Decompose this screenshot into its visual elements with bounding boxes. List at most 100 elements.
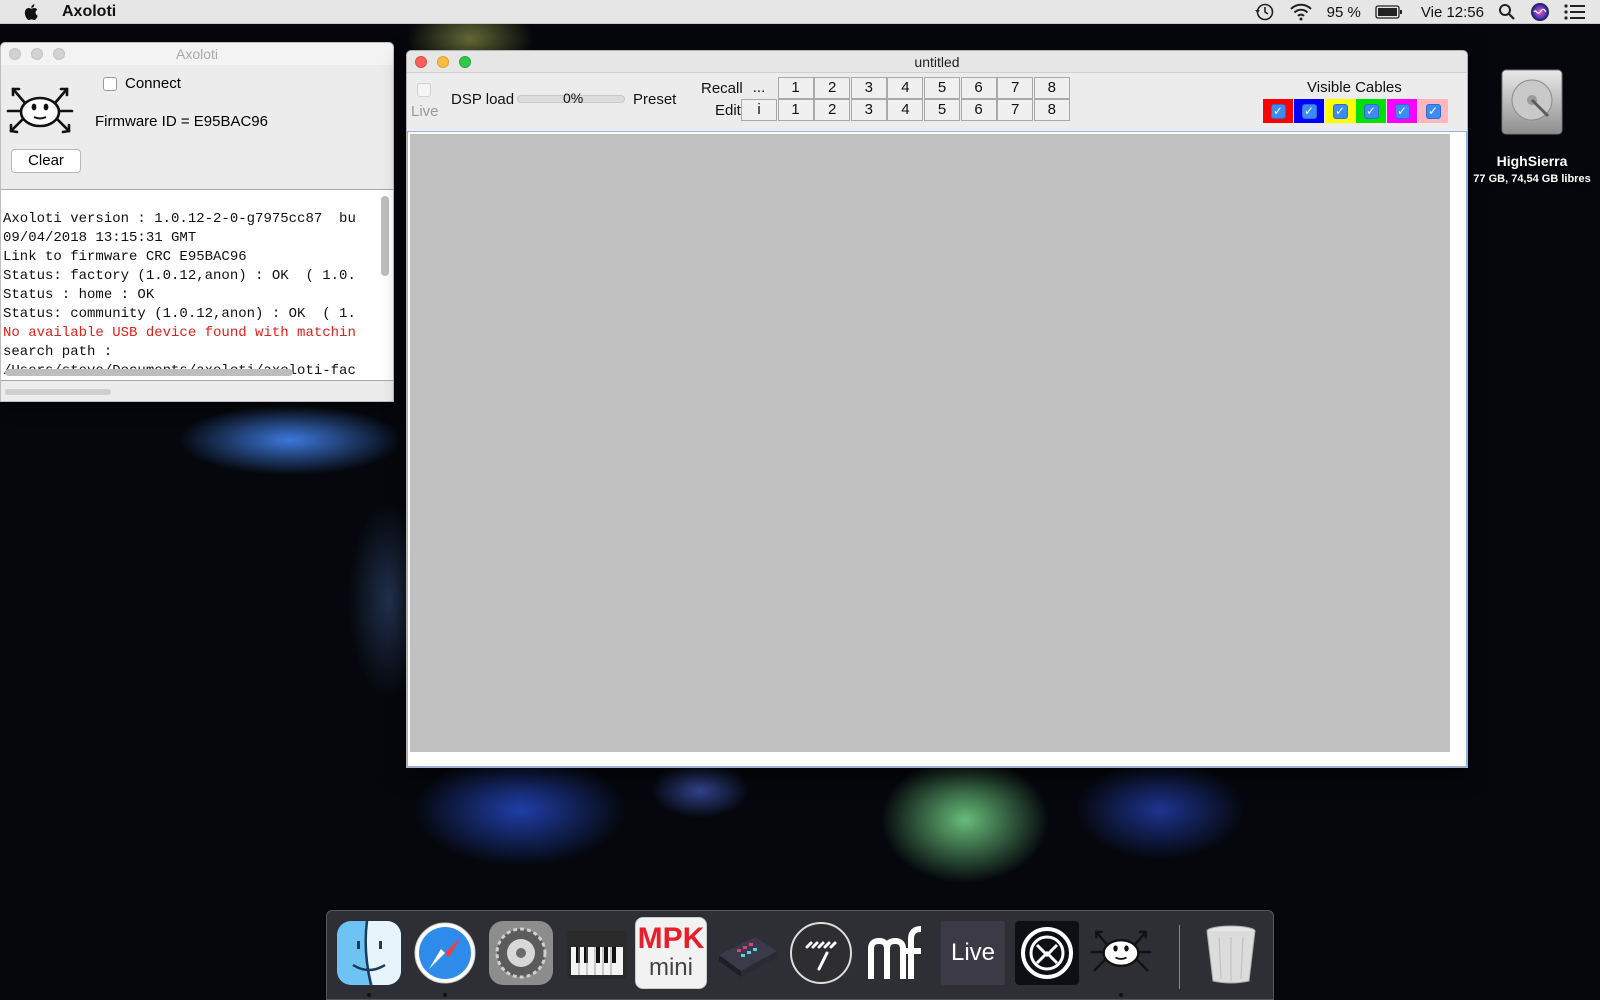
recall-preset-button-7[interactable]: 7 (997, 77, 1034, 99)
edit-preset-button-8[interactable]: 8 (1033, 99, 1070, 121)
clear-button[interactable]: Clear (11, 149, 81, 173)
edit-preset-button-3[interactable]: 3 (850, 99, 887, 121)
patch-toolbar: Live DSP load 0% Preset Recall Edit ... 1… (407, 75, 1467, 131)
minimize-window-button[interactable] (437, 56, 449, 68)
log-vertical-scrollbar[interactable] (381, 196, 389, 276)
edit-preset-button-info[interactable]: i (741, 99, 777, 121)
dsp-load-label: DSP load (451, 91, 515, 108)
visible-cable-toggle-3[interactable]: ✓ (1325, 99, 1355, 123)
mpc-app-icon[interactable] (715, 921, 779, 985)
patch-window-title: untitled (914, 54, 960, 70)
recall-preset-button-1[interactable]: 1 (777, 77, 814, 99)
axoloti-window-titlebar[interactable]: Axoloti (1, 43, 393, 65)
melodyne-icon[interactable] (789, 921, 853, 985)
live-app-text: Live (950, 939, 996, 966)
log-line: 09/04/2018 13:15:31 GMT (3, 230, 197, 246)
apple-icon[interactable] (22, 2, 42, 22)
close-window-button[interactable] (9, 48, 21, 60)
menu-bar: Axoloti 95 % Vie 12:56 (0, 0, 1600, 24)
firmware-id-label: Firmware ID = E95BAC96 (95, 113, 268, 130)
axoloti-window-title: Axoloti (175, 46, 219, 62)
preset-label: Preset (633, 91, 677, 108)
minimize-window-button[interactable] (31, 48, 43, 60)
system-preferences-icon[interactable] (489, 921, 553, 985)
log-line: Link to firmware CRC E95BAC96 (3, 249, 247, 265)
recall-preset-button-8[interactable]: 8 (1033, 77, 1070, 99)
mpk-mini-icon[interactable]: MPK mini (635, 917, 707, 989)
time-machine-icon[interactable] (1253, 2, 1275, 22)
patch-canvas[interactable] (410, 134, 1450, 752)
edit-preset-button-6[interactable]: 6 (960, 99, 997, 121)
live-checkbox[interactable] (417, 83, 431, 97)
patch-window-titlebar[interactable]: untitled (407, 51, 1467, 73)
menu-clock[interactable]: Vie 12:56 (1421, 4, 1484, 21)
patch-canvas-frame (407, 131, 1467, 767)
spotlight-icon[interactable] (1498, 3, 1516, 21)
axoloti-logo-icon (6, 87, 74, 134)
edit-preset-button-7[interactable]: 7 (997, 99, 1034, 121)
log-line: Status: factory (1.0.12,anon) : OK ( 1.0… (3, 268, 356, 284)
keyboard-app-icon[interactable] (565, 921, 629, 985)
checkmark-icon: ✓ (1394, 103, 1410, 119)
wifi-icon[interactable] (1289, 3, 1313, 21)
patch-window: untitled Live DSP load 0% Preset Recall … (406, 50, 1468, 768)
mini-text: mini (648, 954, 693, 981)
safari-running-indicator (443, 993, 447, 997)
connect-label: Connect (125, 75, 181, 92)
visible-cable-toggle-6[interactable]: ✓ (1418, 99, 1448, 123)
recall-preset-button-more[interactable]: ... (741, 77, 777, 99)
visible-cable-toggle-4[interactable]: ✓ (1356, 99, 1386, 123)
desktop-drive[interactable]: HighSierra 77 GB, 74,54 GB libres (1466, 66, 1598, 185)
log-line-error: No available USB device found with match… (3, 325, 356, 341)
log-line: Status: community (1.0.12,anon) : OK ( 1… (3, 306, 356, 322)
safari-icon[interactable] (413, 921, 477, 985)
visible-cable-toggle-5[interactable]: ✓ (1387, 99, 1417, 123)
zoom-window-button[interactable] (53, 48, 65, 60)
recall-preset-button-4[interactable]: 4 (887, 77, 924, 99)
checkmark-icon: ✓ (1301, 103, 1317, 119)
log-text-area[interactable]: Axoloti version : 1.0.12-2-0-g7975cc87 b… (1, 189, 393, 381)
live-label: Live (411, 103, 439, 120)
recall-preset-button-2[interactable]: 2 (814, 77, 851, 99)
axoloti-icon[interactable] (1089, 921, 1153, 985)
edit-preset-button-5[interactable]: 5 (924, 99, 960, 121)
notification-center-icon[interactable] (1564, 4, 1586, 20)
mfi-app-icon[interactable] (865, 921, 929, 985)
drive-info: 77 GB, 74,54 GB libres (1473, 173, 1591, 185)
dsp-load-value: 0% (563, 90, 584, 106)
battery-icon[interactable] (1375, 5, 1403, 19)
edit-preset-button-4[interactable]: 4 (887, 99, 924, 121)
window-horizontal-scrollbar[interactable] (5, 389, 111, 395)
checkmark-icon: ✓ (1332, 103, 1348, 119)
visible-cable-toggle-1[interactable]: ✓ (1263, 99, 1293, 123)
edit-preset-button-1[interactable]: 1 (777, 99, 814, 121)
battery-percentage: 95 % (1326, 3, 1361, 21)
checkmark-icon: ✓ (1270, 103, 1286, 119)
hard-drive-icon[interactable] (1496, 66, 1568, 138)
visible-cables-label: Visible Cables (1307, 79, 1402, 96)
dock: MPK mini Live (326, 910, 1274, 1000)
log-horizontal-scrollbar[interactable] (5, 369, 293, 376)
ableton-live-icon[interactable]: Live (941, 921, 1005, 985)
finder-icon[interactable] (337, 921, 401, 985)
dock-separator (1179, 925, 1180, 989)
log-line: Axoloti version : 1.0.12-2-0-g7975cc87 b… (3, 211, 356, 227)
drive-name: HighSierra (1496, 153, 1568, 169)
recall-preset-button-3[interactable]: 3 (850, 77, 887, 99)
connect-checkbox[interactable] (103, 76, 117, 91)
siri-icon[interactable] (1530, 2, 1550, 22)
recall-preset-button-6[interactable]: 6 (960, 77, 997, 99)
trash-icon[interactable] (1199, 921, 1263, 985)
log-line: search path : (3, 344, 113, 360)
zoom-window-button[interactable] (459, 56, 471, 68)
recall-preset-button-5[interactable]: 5 (924, 77, 960, 99)
close-window-button[interactable] (415, 56, 427, 68)
menu-app-name[interactable]: Axoloti (62, 3, 116, 21)
connect-row[interactable]: Connect (103, 75, 181, 92)
traktor-icon[interactable] (1015, 921, 1079, 985)
visible-cable-toggle-2[interactable]: ✓ (1294, 99, 1324, 123)
axoloti-main-window: Axoloti Connect Firmware ID = E95BAC96 C… (0, 42, 394, 402)
log-lines: Axoloti version : 1.0.12-2-0-g7975cc87 b… (3, 210, 375, 380)
edit-preset-button-2[interactable]: 2 (814, 99, 851, 121)
axoloti-running-indicator (1119, 993, 1123, 997)
